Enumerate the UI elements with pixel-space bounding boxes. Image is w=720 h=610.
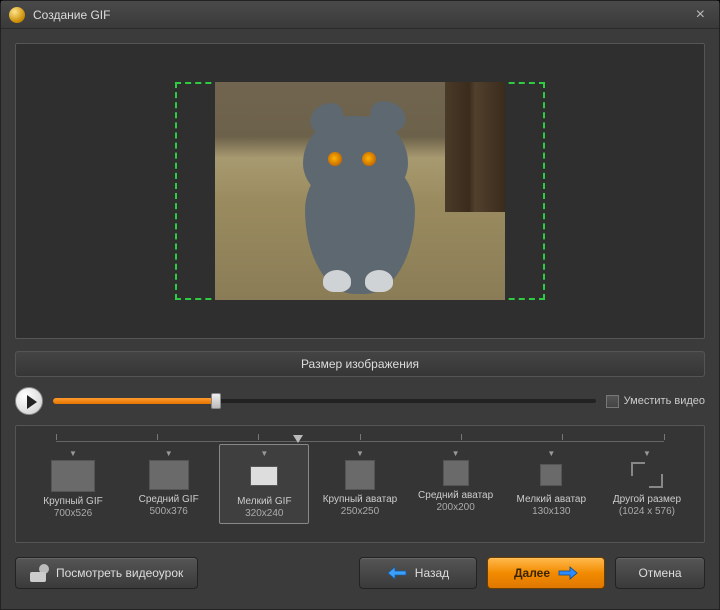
chevron-down-icon: ▼ (29, 449, 117, 458)
crop-frame[interactable] (175, 82, 545, 300)
titlebar: Создание GIF × (1, 1, 719, 29)
section-header: Размер изображения (15, 351, 705, 377)
arrow-right-icon (558, 566, 578, 580)
next-button[interactable]: Далее (487, 557, 605, 589)
next-button-label: Далее (514, 566, 550, 580)
tutorial-button-label: Посмотреть видеоурок (56, 566, 183, 580)
preset-dim: 200x200 (412, 502, 500, 513)
preset-large-avatar[interactable]: ▼ Крупный аватар 250x250 (315, 444, 405, 524)
window-title: Создание GIF (33, 8, 690, 22)
preset-dim: 320x240 (220, 508, 308, 519)
preset-dim: (1024 x 576) (603, 506, 691, 517)
preview-image (215, 82, 505, 300)
expand-icon (629, 460, 665, 490)
preview-panel (15, 43, 705, 339)
close-icon[interactable]: × (690, 6, 711, 24)
preset-label: Крупный аватар (316, 494, 404, 506)
preset-label: Мелкий аватар (507, 494, 595, 506)
tick-ruler (56, 432, 664, 442)
chevron-down-icon: ▼ (603, 449, 691, 458)
slider-row: Уместить видео (15, 387, 705, 415)
chevron-down-icon: ▼ (316, 449, 404, 458)
video-tutorial-icon (30, 564, 48, 582)
back-button[interactable]: Назад (359, 557, 477, 589)
chevron-down-icon: ▼ (412, 449, 500, 458)
bottom-row: Посмотреть видеоурок Назад Далее Отмена (15, 557, 705, 589)
preset-panel: ▼ Крупный GIF 700x526 ▼ Средний GIF 500x… (15, 425, 705, 543)
play-button[interactable] (15, 387, 43, 415)
preset-thumb (345, 460, 375, 490)
preset-thumb (540, 464, 562, 486)
preset-thumb (149, 460, 189, 490)
preset-dim: 700x526 (29, 508, 117, 519)
checkbox-icon (606, 395, 619, 408)
arrow-left-icon (387, 566, 407, 580)
cancel-button[interactable]: Отмена (615, 557, 705, 589)
dialog-window: Создание GIF × Размер изображения (0, 0, 720, 610)
preset-thumb (51, 460, 95, 492)
fit-video-label: Уместить видео (624, 395, 705, 407)
preset-small-gif[interactable]: ▼ Мелкий GIF 320x240 (219, 444, 309, 524)
preset-medium-gif[interactable]: ▼ Средний GIF 500x376 (124, 444, 214, 524)
tutorial-button[interactable]: Посмотреть видеоурок (15, 557, 198, 589)
ruler-marker-icon[interactable] (293, 435, 303, 443)
content-area: Размер изображения Уместить видео ▼ (1, 29, 719, 603)
preset-thumb (443, 460, 469, 486)
preset-thumb (250, 466, 278, 486)
preset-dim: 500x376 (125, 506, 213, 517)
preset-custom-size[interactable]: ▼ Другой размер (1024 x 576) (602, 444, 692, 524)
preset-label: Другой размер (603, 494, 691, 506)
preset-label: Мелкий GIF (220, 496, 308, 508)
preset-medium-avatar[interactable]: ▼ Средний аватар 200x200 (411, 444, 501, 524)
preset-dim: 250x250 (316, 506, 404, 517)
preset-label: Крупный GIF (29, 496, 117, 508)
preset-label: Средний аватар (412, 490, 500, 502)
preset-label: Средний GIF (125, 494, 213, 506)
preset-large-gif[interactable]: ▼ Крупный GIF 700x526 (28, 444, 118, 524)
preset-small-avatar[interactable]: ▼ Мелкий аватар 130x130 (506, 444, 596, 524)
chevron-down-icon: ▼ (125, 449, 213, 458)
slider-thumb[interactable] (211, 393, 221, 409)
preset-dim: 130x130 (507, 506, 595, 517)
chevron-down-icon: ▼ (220, 449, 308, 458)
size-slider[interactable] (53, 398, 596, 404)
cancel-button-label: Отмена (638, 566, 681, 580)
chevron-down-icon: ▼ (507, 449, 595, 458)
fit-video-checkbox[interactable]: Уместить видео (606, 395, 705, 408)
app-icon (9, 7, 25, 23)
preset-row: ▼ Крупный GIF 700x526 ▼ Средний GIF 500x… (16, 444, 704, 524)
back-button-label: Назад (415, 566, 449, 580)
